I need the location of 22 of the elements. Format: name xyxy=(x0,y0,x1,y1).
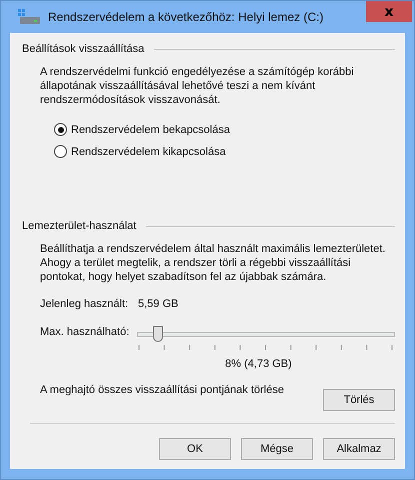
slider-track[interactable] xyxy=(137,326,395,342)
section-heading: Beállítások visszaállítása xyxy=(22,43,144,55)
close-button[interactable]: x xyxy=(366,1,412,22)
value-text: 5,59 GB xyxy=(138,298,178,310)
radio-button[interactable] xyxy=(54,123,67,136)
field-label: Jelenleg használt: xyxy=(40,298,130,310)
delete-description: A meghajtó összes visszaállítási pontjának törlése xyxy=(40,384,284,396)
radio-button[interactable] xyxy=(54,145,67,158)
delete-button[interactable]: Törlés xyxy=(323,389,395,411)
description-text: Beállíthatja a rendszervédelem által használt maximális lemezterületet. Ahogy a terület megtelik, a rendszer törli a régebbi visszaállítási pontokat, hogy helyet szabadítson fel az újabbak számára. xyxy=(40,242,386,284)
window-title: Rendszervédelem a következőhöz: Helyi lemez (C:) xyxy=(48,10,324,24)
slider-thumb[interactable] xyxy=(152,326,163,342)
radio-option[interactable]: Rendszervédelem kikapcsolása xyxy=(54,145,395,158)
radio-option[interactable]: Rendszervédelem bekapcsolása xyxy=(54,123,395,136)
dialog-button[interactable]: Mégse xyxy=(241,438,313,460)
dialog-button[interactable]: OK xyxy=(159,438,231,460)
field-label: Max. használható: xyxy=(40,326,130,338)
description-text: A rendszervédelmi funkció engedélyezése a számítógép korábbi állapotának visszaállításával lehetővé teszi a nem kívánt rendszermódosítások visszavonását. xyxy=(40,65,355,107)
drive-icon xyxy=(18,9,40,25)
dialog-button[interactable]: Alkalmaz xyxy=(323,438,395,460)
percent-reading: 8% (4,73 GB) xyxy=(224,358,293,370)
section-heading: Lemezterület-használat xyxy=(22,220,136,232)
